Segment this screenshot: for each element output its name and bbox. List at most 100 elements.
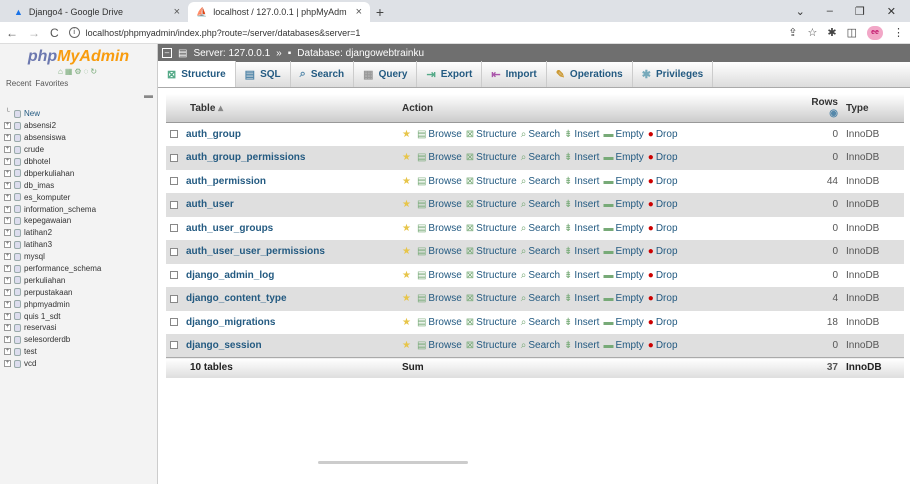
table-name-link[interactable]: auth_user	[186, 199, 234, 210]
search-action[interactable]: ⌕ Search	[521, 293, 560, 304]
expand-icon[interactable]: +	[4, 300, 11, 308]
tab-privileges[interactable]: ✱ Privileges	[633, 61, 714, 87]
expand-icon[interactable]: +	[4, 169, 11, 177]
empty-action[interactable]: ▬ Empty	[603, 270, 643, 281]
structure-action[interactable]: ⊠ Structure	[466, 223, 517, 234]
insert-action[interactable]: ⇟ Insert	[564, 317, 599, 328]
search-action[interactable]: ⌕ Search	[521, 246, 560, 257]
col-type-header[interactable]: Type	[842, 94, 904, 123]
favorites-tab[interactable]: Favorites	[35, 79, 68, 88]
expand-icon[interactable]: +	[4, 229, 11, 237]
search-action[interactable]: ⌕ Search	[521, 340, 560, 351]
favorite-star-icon[interactable]: ★	[402, 317, 411, 328]
drop-action[interactable]: ● Drop	[648, 317, 678, 328]
row-checkbox[interactable]	[170, 341, 178, 350]
expand-icon[interactable]: +	[4, 134, 11, 142]
tab-import[interactable]: ⇤ Import	[482, 61, 547, 87]
structure-action[interactable]: ⊠ Structure	[466, 129, 517, 140]
browse-action[interactable]: ▤ Browse	[417, 317, 462, 328]
sidebar-db-item[interactable]: + mysql	[4, 251, 153, 263]
search-action[interactable]: ⌕ Search	[521, 223, 560, 234]
horizontal-scrollbar[interactable]	[318, 461, 468, 464]
row-checkbox[interactable]	[170, 224, 178, 233]
reload-nav-icon[interactable]: ↻	[90, 67, 99, 76]
extensions-icon[interactable]: ✱	[827, 26, 836, 39]
empty-action[interactable]: ▬ Empty	[603, 199, 643, 210]
breadcrumb-database[interactable]: Database: djangowebtrainku	[297, 48, 424, 59]
browse-action[interactable]: ▤ Browse	[417, 199, 462, 210]
browse-action[interactable]: ▤ Browse	[417, 270, 462, 281]
help-icon[interactable]: ◉	[829, 108, 838, 119]
favorite-star-icon[interactable]: ★	[402, 293, 411, 304]
empty-action[interactable]: ▬ Empty	[603, 246, 643, 257]
favorite-star-icon[interactable]: ★	[402, 176, 411, 187]
sidebar-db-item[interactable]: + vcd	[4, 358, 153, 370]
expand-icon[interactable]: +	[4, 205, 11, 213]
tab-query[interactable]: ▦ Query	[354, 61, 418, 87]
drop-action[interactable]: ● Drop	[648, 152, 678, 163]
empty-action[interactable]: ▬ Empty	[603, 152, 643, 163]
table-name-link[interactable]: auth_group	[186, 129, 241, 140]
tab-structure[interactable]: ⊠ Structure	[158, 61, 236, 87]
expand-icon[interactable]: +	[4, 193, 11, 201]
close-icon[interactable]: ✕	[887, 5, 896, 18]
sidebar-db-item[interactable]: + absensi2	[4, 120, 153, 132]
sidebar-db-item[interactable]: + latihan3	[4, 239, 153, 251]
browse-action[interactable]: ▤ Browse	[417, 223, 462, 234]
empty-action[interactable]: ▬ Empty	[603, 317, 643, 328]
table-name-link[interactable]: django_content_type	[186, 293, 287, 304]
sidebar-db-item[interactable]: + crude	[4, 144, 153, 156]
browse-action[interactable]: ▤ Browse	[417, 152, 462, 163]
empty-action[interactable]: ▬ Empty	[603, 223, 643, 234]
expand-icon[interactable]: +	[4, 312, 11, 320]
sidepanel-icon[interactable]: ◫	[847, 26, 857, 39]
row-checkbox[interactable]	[170, 247, 178, 256]
sidebar-db-item[interactable]: + performance_schema	[4, 263, 153, 275]
drop-action[interactable]: ● Drop	[648, 176, 678, 187]
minimize-icon[interactable]: –	[827, 5, 833, 17]
sidebar-db-item[interactable]: + db_imas	[4, 179, 153, 191]
empty-action[interactable]: ▬ Empty	[603, 176, 643, 187]
menu-icon[interactable]: ⋮	[893, 26, 904, 39]
drop-action[interactable]: ● Drop	[648, 199, 678, 210]
drop-action[interactable]: ● Drop	[648, 129, 678, 140]
drop-action[interactable]: ● Drop	[648, 340, 678, 351]
expand-icon[interactable]: +	[4, 158, 11, 165]
reload-icon[interactable]: C	[50, 26, 59, 40]
expand-icon[interactable]: +	[4, 324, 11, 332]
tab-sql[interactable]: ▤ SQL	[236, 61, 291, 87]
favorite-star-icon[interactable]: ★	[402, 152, 411, 163]
row-checkbox[interactable]	[170, 318, 178, 327]
row-checkbox[interactable]	[170, 200, 178, 209]
expand-icon[interactable]: +	[4, 253, 11, 261]
collapse-nav-icon[interactable]: –	[162, 48, 172, 58]
expand-icon[interactable]: +	[4, 122, 11, 130]
insert-action[interactable]: ⇟ Insert	[564, 246, 599, 257]
chevron-down-icon[interactable]: ⌄	[796, 5, 805, 18]
insert-action[interactable]: ⇟ Insert	[564, 223, 599, 234]
search-action[interactable]: ⌕ Search	[521, 199, 560, 210]
restore-icon[interactable]: ❐	[855, 5, 865, 18]
table-name-link[interactable]: django_session	[186, 340, 262, 351]
expand-icon[interactable]: +	[4, 265, 11, 273]
search-action[interactable]: ⌕ Search	[521, 152, 560, 163]
search-action[interactable]: ⌕ Search	[521, 270, 560, 281]
forward-icon[interactable]: →	[28, 26, 40, 40]
expand-icon[interactable]: +	[4, 181, 11, 189]
expand-icon[interactable]: +	[4, 288, 11, 296]
browser-tab-drive[interactable]: ▲ Django4 - Google Drive ×	[6, 2, 188, 22]
expand-icon[interactable]: +	[4, 146, 11, 154]
home-icon[interactable]: ⌂	[58, 67, 65, 76]
sidebar-db-item[interactable]: + es_komputer	[4, 191, 153, 203]
browser-tab-phpmyadmin[interactable]: ⛵ localhost / 127.0.0.1 | phpMyAdm ×	[188, 2, 370, 22]
back-icon[interactable]: ←	[6, 26, 18, 40]
table-name-link[interactable]: auth_permission	[186, 176, 266, 187]
structure-action[interactable]: ⊠ Structure	[466, 246, 517, 257]
favorite-star-icon[interactable]: ★	[402, 246, 411, 257]
insert-action[interactable]: ⇟ Insert	[564, 199, 599, 210]
col-table-header[interactable]: Table ▴	[166, 94, 398, 123]
insert-action[interactable]: ⇟ Insert	[564, 152, 599, 163]
tab-export[interactable]: ⇥ Export	[417, 61, 483, 87]
phpmyadmin-logo[interactable]: phpMyAdmin	[4, 48, 153, 66]
favorite-star-icon[interactable]: ★	[402, 340, 411, 351]
